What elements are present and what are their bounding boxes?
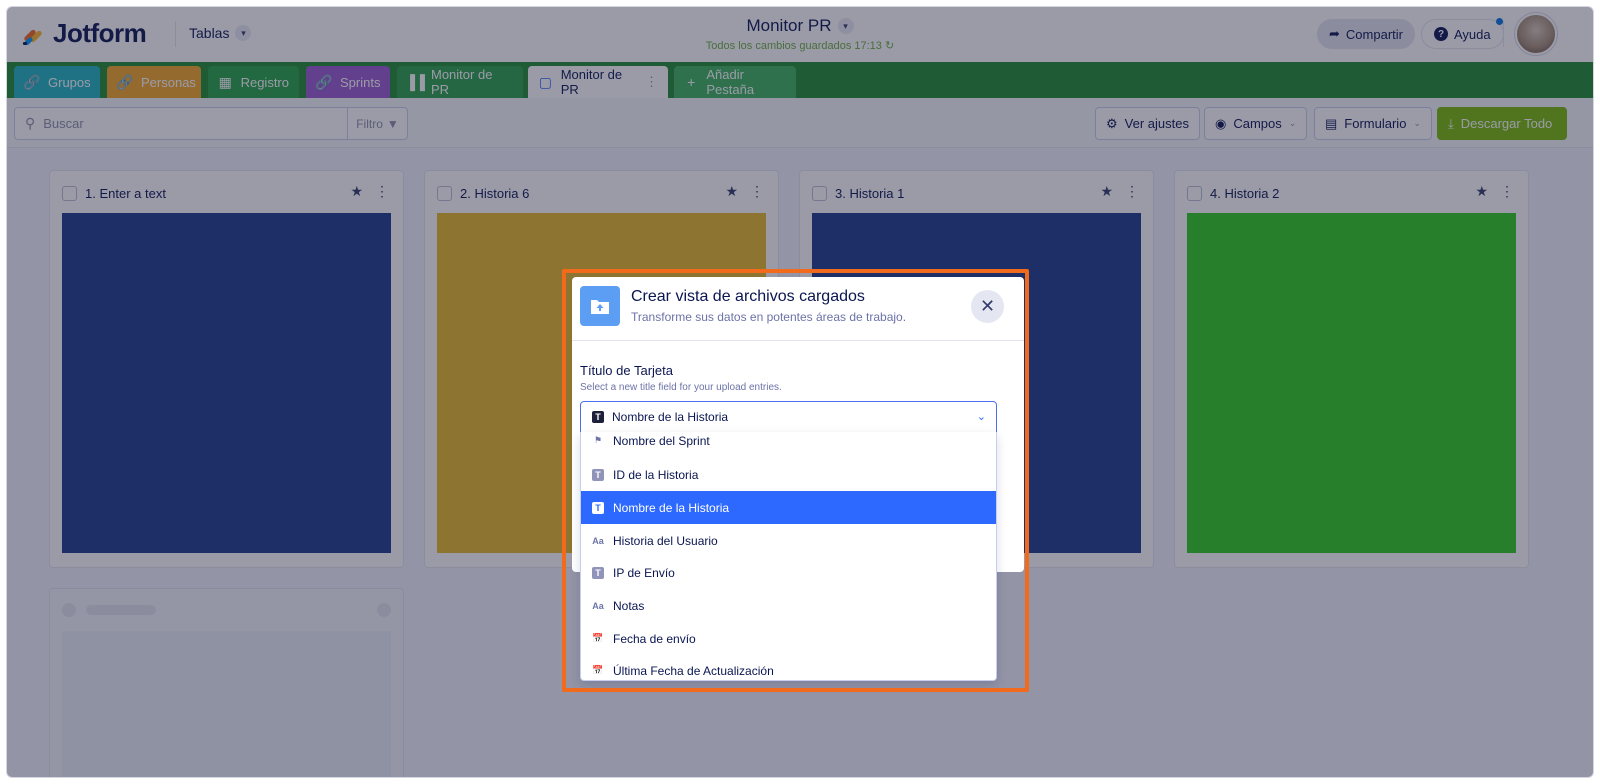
app-window: Jotform Tablas ▾ Monitor PR ▾ Todos los … bbox=[6, 6, 1594, 778]
highlight-frame bbox=[562, 269, 1029, 692]
